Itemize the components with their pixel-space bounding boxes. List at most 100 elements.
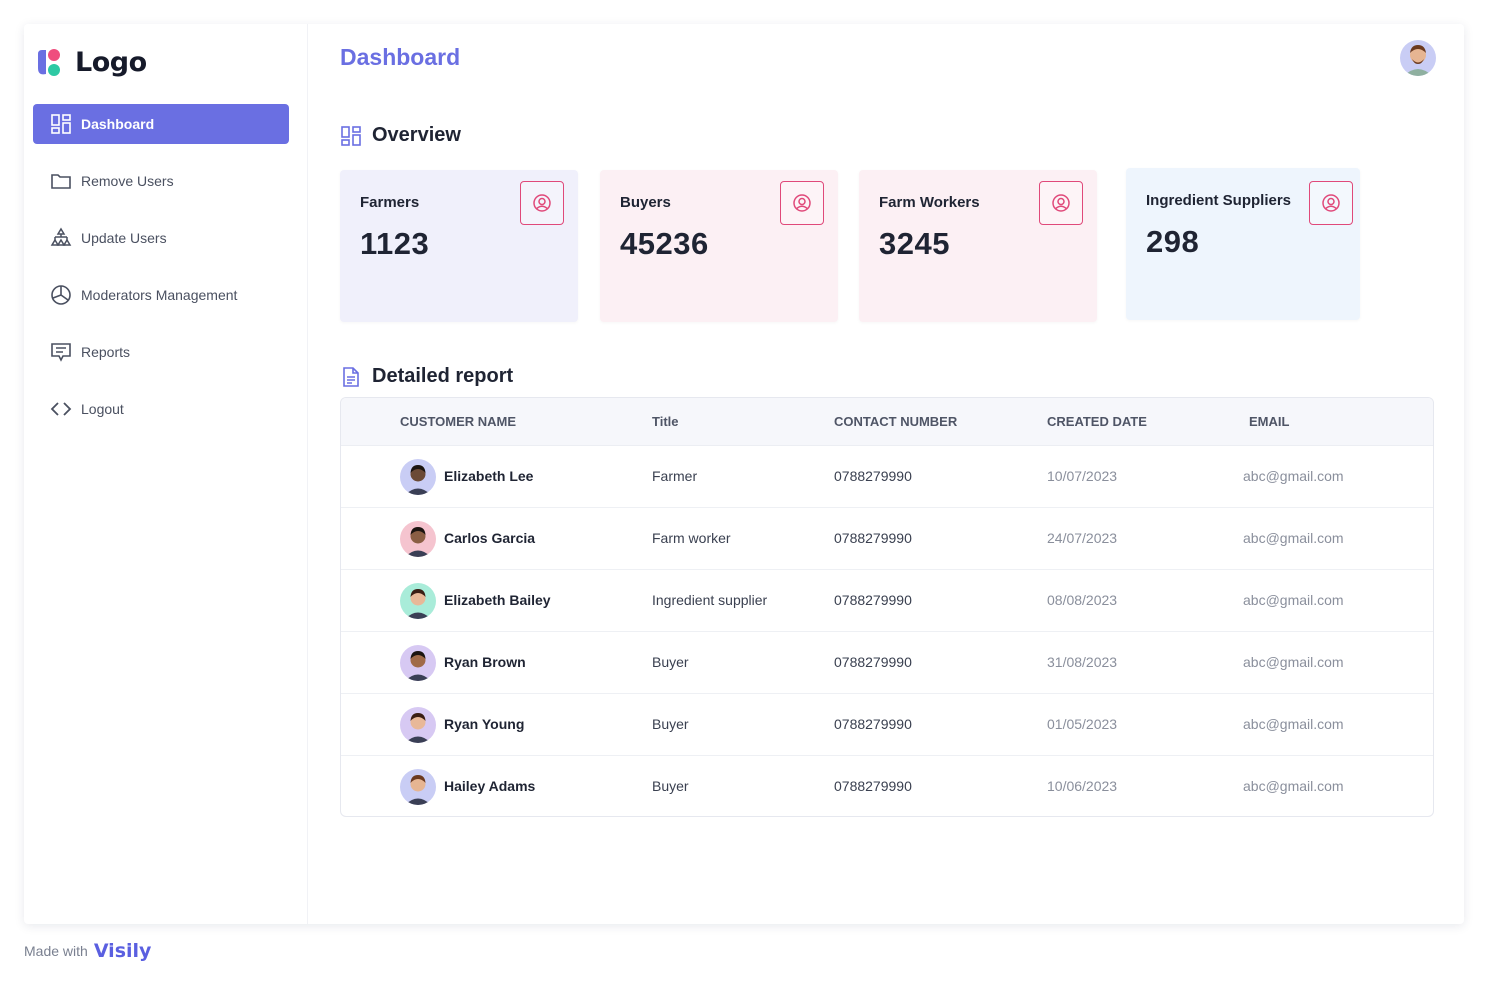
user-circle-button[interactable]	[1309, 181, 1353, 225]
app-window: Logo Dashboard Remove Users Update Users…	[24, 24, 1464, 924]
sidebar-item-label: Moderators Management	[81, 287, 238, 303]
table-row[interactable]: Elizabeth Bailey Ingredient supplier 07882…	[341, 570, 1433, 632]
cell-contact-number: 0788279990	[834, 468, 912, 484]
sidebar-item-label: Reports	[81, 344, 131, 360]
column-header-email[interactable]: EMAIL	[1249, 414, 1289, 429]
table-body: Elizabeth Lee Farmer 0788279990 10/07/2023 a…	[341, 446, 1433, 816]
report-table: CUSTOMER NAME Title CONTACT NUMBER CREAT…	[340, 397, 1434, 817]
customer-avatar	[400, 459, 436, 495]
cell-customer-name: Carlos Garcia	[444, 530, 536, 546]
hierarchy-icon	[50, 227, 72, 249]
cell-customer-name: Ryan Young	[444, 716, 525, 732]
cell-title: Farmer	[652, 468, 698, 484]
cell-created-date: 31/08/2023	[1047, 654, 1118, 670]
sidebar-item-label: Logout	[81, 401, 124, 417]
cell-created-date: 10/07/2023	[1047, 468, 1118, 484]
cell-title: Ingredient supplier	[652, 592, 768, 608]
stat-card-buyers: Buyers 45236	[600, 170, 838, 322]
cell-title: Buyer	[652, 716, 689, 732]
sidebar-item-moderators-management[interactable]: Moderators Management	[33, 275, 289, 315]
made-with-footer[interactable]: Made with Visily	[24, 940, 151, 962]
column-header-created-date[interactable]: CREATED DATE	[1047, 414, 1147, 429]
user-avatar[interactable]	[1400, 40, 1436, 76]
sidebar-item-remove-users[interactable]: Remove Users	[33, 161, 289, 201]
page-title: Dashboard	[340, 44, 461, 70]
report-title: Detailed report	[372, 365, 514, 387]
cell-contact-number: 0788279990	[834, 716, 912, 732]
user-circle-button[interactable]	[780, 181, 824, 225]
user-circle-icon	[793, 194, 811, 212]
sidebar-nav: Dashboard Remove Users Update Users Mode…	[33, 104, 289, 446]
cell-customer-name: Elizabeth Lee	[444, 468, 534, 484]
cell-email: abc@gmail.com	[1243, 468, 1344, 484]
table-row[interactable]: Elizabeth Lee Farmer 0788279990 10/07/2023 a…	[341, 446, 1433, 508]
table-row[interactable]: Ryan Young Buyer 0788279990 01/05/2023 abc@g…	[341, 694, 1433, 756]
message-icon	[50, 341, 72, 363]
column-header-contact-number[interactable]: CONTACT NUMBER	[834, 414, 957, 429]
stat-card-farm-workers: Farm Workers 3245	[859, 170, 1097, 322]
user-circle-icon	[1052, 194, 1070, 212]
cell-created-date: 08/08/2023	[1047, 592, 1118, 608]
user-circle-button[interactable]	[520, 181, 564, 225]
customer-avatar	[400, 769, 436, 805]
cell-customer-name: Ryan Brown	[444, 654, 526, 670]
customer-avatar	[400, 583, 436, 619]
sidebar: Logo Dashboard Remove Users Update Users…	[24, 24, 308, 924]
customer-avatar	[400, 707, 436, 743]
logo[interactable]: Logo	[35, 46, 147, 78]
dashboard-icon	[340, 125, 362, 147]
cell-email: abc@gmail.com	[1243, 778, 1344, 794]
visily-brand: Visily	[93, 940, 152, 962]
user-circle-icon	[533, 194, 551, 212]
cell-created-date: 01/05/2023	[1047, 716, 1118, 732]
cell-created-date: 24/07/2023	[1047, 530, 1118, 546]
stat-label: Buyers	[620, 194, 671, 211]
pie-chart-icon	[50, 284, 72, 306]
sidebar-item-dashboard[interactable]: Dashboard	[33, 104, 289, 144]
user-circle-button[interactable]	[1039, 181, 1083, 225]
stat-card-ingredient-suppliers: Ingredient Suppliers 298	[1126, 168, 1360, 320]
logo-text: Logo	[75, 46, 147, 78]
sidebar-item-label: Dashboard	[81, 116, 155, 132]
stat-value: 3245	[879, 226, 950, 261]
document-icon	[340, 366, 362, 388]
customer-avatar	[400, 645, 436, 681]
stat-value: 45236	[620, 226, 709, 261]
cell-customer-name: Elizabeth Bailey	[444, 592, 551, 608]
sidebar-item-label: Update Users	[81, 230, 167, 246]
cell-title: Farm worker	[652, 530, 731, 546]
cell-email: abc@gmail.com	[1243, 716, 1344, 732]
overview-header: Overview	[340, 124, 461, 147]
table-row[interactable]: Ryan Brown Buyer 0788279990 31/08/2023 abc@g…	[341, 632, 1433, 694]
table-row[interactable]: Carlos Garcia Farm worker 0788279990 24/07/…	[341, 508, 1433, 570]
cell-contact-number: 0788279990	[834, 654, 912, 670]
report-header: Detailed report	[340, 365, 513, 388]
cell-title: Buyer	[652, 654, 689, 670]
sidebar-item-label: Remove Users	[81, 173, 174, 189]
column-header-customer-name[interactable]: CUSTOMER NAME	[400, 414, 516, 429]
main-content: Dashboard Overview Farmers 1123 Buyers 4…	[340, 24, 1464, 924]
cell-contact-number: 0788279990	[834, 778, 912, 794]
dashboard-icon	[50, 113, 72, 135]
cell-email: abc@gmail.com	[1243, 654, 1344, 670]
table-row[interactable]: Hailey Adams Buyer 0788279990 10/06/2023 abc…	[341, 756, 1433, 816]
code-icon	[50, 398, 72, 420]
stat-label: Ingredient Suppliers	[1146, 192, 1292, 209]
made-with-label: Made with	[24, 943, 88, 959]
stat-label: Farm Workers	[879, 194, 980, 211]
sidebar-item-logout[interactable]: Logout	[33, 389, 289, 429]
cell-contact-number: 0788279990	[834, 530, 912, 546]
cell-customer-name: Hailey Adams	[444, 778, 536, 794]
cell-title: Buyer	[652, 778, 689, 794]
stat-label: Farmers	[360, 194, 420, 211]
folder-icon	[50, 170, 72, 192]
table-header: CUSTOMER NAME Title CONTACT NUMBER CREAT…	[341, 398, 1433, 446]
sidebar-item-reports[interactable]: Reports	[33, 332, 289, 372]
cell-contact-number: 0788279990	[834, 592, 912, 608]
sidebar-item-update-users[interactable]: Update Users	[33, 218, 289, 258]
logo-icon	[35, 46, 67, 78]
cell-email: abc@gmail.com	[1243, 592, 1344, 608]
cell-created-date: 10/06/2023	[1047, 778, 1118, 794]
cell-email: abc@gmail.com	[1243, 530, 1344, 546]
column-header-title[interactable]: Title	[652, 414, 679, 429]
